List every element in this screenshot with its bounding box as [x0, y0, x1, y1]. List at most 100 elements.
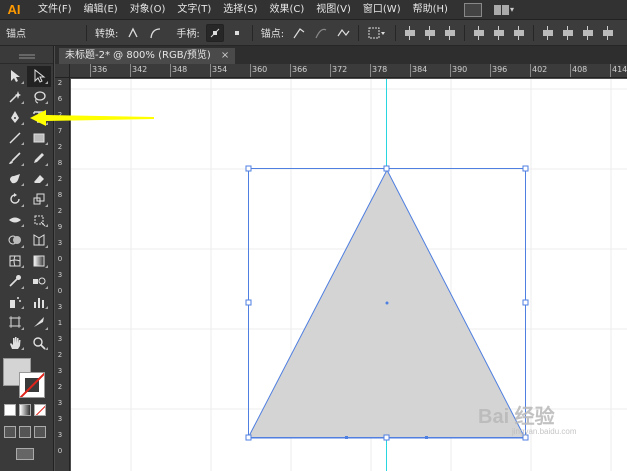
divider	[86, 24, 87, 41]
hide-handles-icon[interactable]	[228, 24, 246, 42]
mesh-tool-icon[interactable]	[3, 251, 27, 272]
slice-tool-icon[interactable]	[27, 312, 51, 333]
free-transform-tool-icon[interactable]	[27, 210, 51, 231]
distribute-bottom-icon[interactable]	[581, 25, 595, 40]
ruler-tick-label: 3	[57, 239, 63, 247]
pencil-tool-icon[interactable]	[27, 148, 51, 169]
ruler-tick-label: 390	[452, 65, 468, 74]
annotation-arrow	[30, 110, 154, 126]
distribute-left-icon[interactable]	[601, 25, 615, 40]
menu-select[interactable]: 选择(S)	[217, 0, 263, 20]
blob-brush-tool-icon[interactable]	[3, 169, 27, 190]
ruler-tick	[130, 64, 131, 77]
stroke-swatch[interactable]	[19, 372, 45, 398]
anchor-mode-label: 锚点	[6, 29, 26, 40]
ruler-tick-label: 9	[57, 223, 63, 231]
rectangle-tool-icon[interactable]	[27, 128, 51, 149]
magic-wand-tool-icon[interactable]	[3, 87, 27, 108]
none-mode-icon[interactable]	[34, 404, 46, 416]
zoom-tool-icon[interactable]	[27, 333, 51, 354]
eyedropper-tool-icon[interactable]	[3, 271, 27, 292]
ruler-tick	[490, 64, 491, 77]
ruler-tick	[610, 64, 611, 77]
ruler-origin[interactable]	[55, 64, 70, 78]
paintbrush-tool-icon[interactable]	[3, 148, 27, 169]
reference-point-icon[interactable]	[365, 24, 389, 42]
ruler-tick-label: 378	[372, 65, 388, 74]
draw-behind-icon[interactable]	[19, 426, 31, 438]
vertical-ruler[interactable]: 262728282930303132323330	[55, 78, 70, 471]
selection-tool-icon[interactable]	[3, 66, 27, 87]
scale-tool-icon[interactable]	[27, 189, 51, 210]
symbol-sprayer-tool-icon[interactable]	[3, 292, 27, 313]
baidu-watermark: Bai 经验 jingyan.baidu.com	[478, 400, 576, 436]
column-graph-tool-icon[interactable]	[27, 292, 51, 313]
screen-mode-icon[interactable]	[16, 448, 34, 460]
hand-tool-icon[interactable]	[3, 333, 27, 354]
align-center-icon[interactable]	[423, 25, 437, 40]
ruler-tick-label: 8	[57, 191, 63, 199]
align-top-icon[interactable]	[472, 25, 486, 40]
ruler-tick	[170, 64, 171, 77]
width-tool-icon[interactable]	[3, 210, 27, 231]
shape-builder-tool-icon[interactable]	[3, 230, 27, 251]
bridge-icon[interactable]	[463, 2, 482, 17]
distribute-top-icon[interactable]	[541, 25, 555, 40]
tool-grid	[0, 64, 53, 353]
connect-anchors-icon[interactable]	[312, 24, 330, 42]
rotate-tool-icon[interactable]	[3, 189, 27, 210]
ruler-tick-label: 402	[532, 65, 548, 74]
convert-to-smooth-icon[interactable]	[146, 24, 164, 42]
pen-tool-icon[interactable]	[3, 107, 27, 128]
menu-effect[interactable]: 效果(C)	[263, 0, 310, 20]
ruler-tick	[330, 64, 331, 77]
close-tab-icon[interactable]: ×	[221, 48, 229, 64]
cut-path-icon[interactable]	[334, 24, 352, 42]
convert-to-corner-icon[interactable]	[124, 24, 142, 42]
panel-grip[interactable]	[0, 46, 53, 64]
anchor-point[interactable]	[425, 436, 428, 439]
anchor-points-label: 锚点:	[260, 29, 285, 40]
document-tab[interactable]: 未标题-2* @ 800% (RGB/预览) ×	[59, 48, 236, 64]
menu-edit[interactable]: 编辑(E)	[78, 0, 124, 20]
ruler-tick-label: 3	[57, 399, 63, 407]
align-right-icon[interactable]	[443, 25, 457, 40]
draw-normal-icon[interactable]	[4, 426, 16, 438]
ruler-tick	[370, 64, 371, 77]
distribute-middle-icon[interactable]	[561, 25, 575, 40]
gradient-mode-icon[interactable]	[19, 404, 31, 416]
menu-file[interactable]: 文件(F)	[32, 0, 78, 20]
menu-window[interactable]: 窗口(W)	[357, 0, 407, 20]
ruler-tick	[90, 64, 91, 77]
ruler-tick-label: 2	[57, 351, 63, 359]
remove-anchor-icon[interactable]	[290, 24, 308, 42]
divider	[395, 24, 397, 41]
artboard-tool-icon[interactable]	[3, 312, 27, 333]
line-tool-icon[interactable]	[3, 128, 27, 149]
menu-object[interactable]: 对象(O)	[124, 0, 172, 20]
workspace-switcher-icon[interactable]: ▾	[493, 3, 516, 17]
menu-type[interactable]: 文字(T)	[171, 0, 217, 20]
menu-view[interactable]: 视图(V)	[310, 0, 357, 20]
color-mode-icon[interactable]	[4, 404, 16, 416]
blend-tool-icon[interactable]	[27, 271, 51, 292]
anchor-point[interactable]	[345, 436, 348, 439]
direct-selection-tool-icon[interactable]	[27, 66, 51, 87]
ruler-tick	[570, 64, 571, 77]
ruler-tick-label: 6	[57, 95, 63, 103]
align-left-icon[interactable]	[403, 25, 417, 40]
perspective-grid-tool-icon[interactable]	[27, 230, 51, 251]
horizontal-ruler[interactable]: 336 342 348 354 360 366 372 378 384 390 396 402 408 4…	[70, 64, 627, 78]
color-mode-row	[4, 404, 46, 416]
center-point	[385, 301, 389, 305]
show-handles-icon[interactable]	[205, 23, 224, 42]
ruler-tick-label: 3	[57, 271, 63, 279]
menu-help[interactable]: 帮助(H)	[407, 0, 454, 20]
lasso-tool-icon[interactable]	[27, 87, 51, 108]
draw-inside-icon[interactable]	[34, 426, 46, 438]
eraser-tool-icon[interactable]	[27, 169, 51, 190]
align-middle-icon[interactable]	[492, 25, 506, 40]
align-bottom-icon[interactable]	[512, 25, 526, 40]
ruler-tick-label: 7	[57, 127, 63, 135]
gradient-tool-icon[interactable]	[27, 251, 51, 272]
